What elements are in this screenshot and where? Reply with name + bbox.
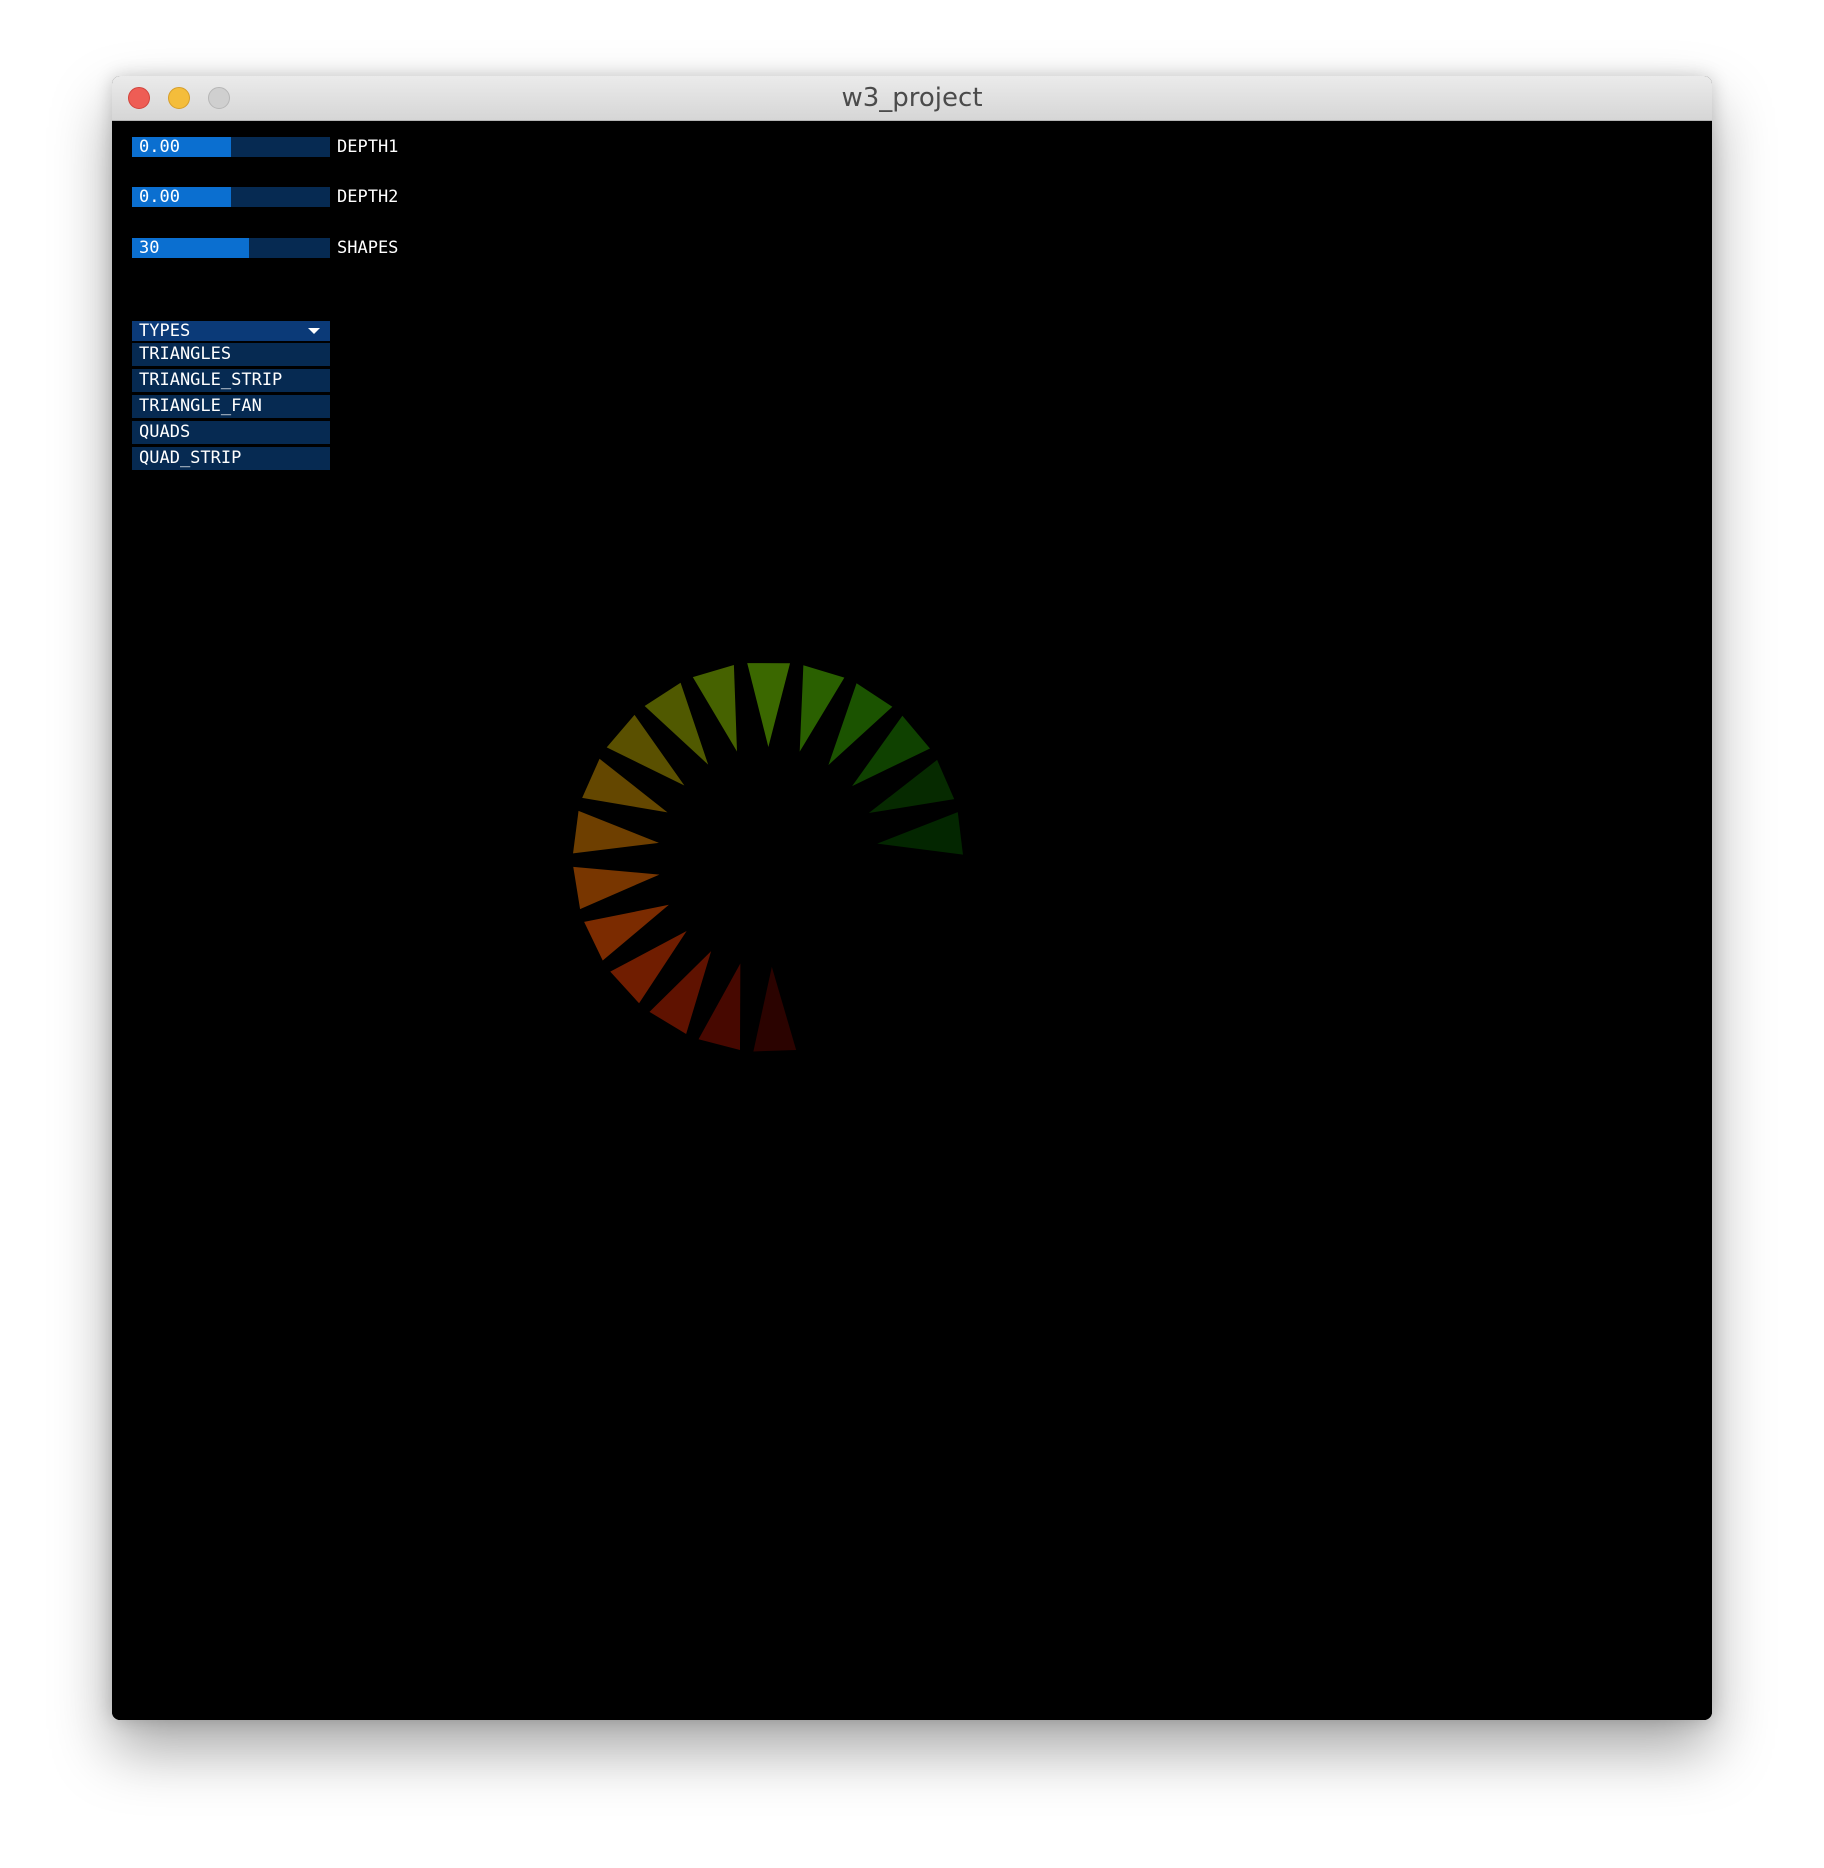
chevron-down-icon <box>308 328 320 334</box>
types-option-triangles[interactable]: TRIANGLES <box>132 343 330 366</box>
depth1-label: DEPTH1 <box>337 137 399 157</box>
types-option-triangle-fan[interactable]: TRIANGLE_FAN <box>132 395 330 418</box>
depth1-slider[interactable]: 0.00 <box>132 137 330 157</box>
option-label: QUADS <box>139 422 191 442</box>
window-title: w3_project <box>841 83 983 113</box>
depth2-value: 0.00 <box>139 187 180 207</box>
render-canvas[interactable]: 0.00 DEPTH1 0.00 DEPTH2 30 SHAPES TYPES … <box>112 121 1712 1720</box>
shapes-label: SHAPES <box>337 238 399 258</box>
types-option-quads[interactable]: QUADS <box>132 421 330 444</box>
types-dropdown[interactable]: TYPES <box>132 321 330 341</box>
types-dropdown-label: TYPES <box>139 321 191 341</box>
shapes-slider[interactable]: 30 <box>132 238 330 258</box>
option-label: TRIANGLE_STRIP <box>139 370 283 390</box>
ring-triangle <box>747 663 791 748</box>
title-bar: w3_project <box>112 76 1712 121</box>
app-window: w3_project 0.00 DEPTH1 0.00 DEPTH2 30 SH… <box>112 76 1712 1720</box>
types-option-triangle-strip[interactable]: TRIANGLE_STRIP <box>132 369 330 392</box>
ring-triangle <box>753 966 797 1052</box>
option-label: TRIANGLE_FAN <box>139 396 262 416</box>
depth2-slider[interactable]: 0.00 <box>132 187 330 207</box>
depth2-label: DEPTH2 <box>337 187 399 207</box>
depth1-value: 0.00 <box>139 137 180 157</box>
ring-triangle <box>877 812 963 855</box>
ring-triangle <box>698 963 741 1050</box>
ring-triangle <box>692 665 737 752</box>
option-label: TRIANGLES <box>139 344 232 364</box>
types-option-quad-strip[interactable]: QUAD_STRIP <box>132 447 330 470</box>
option-label: QUAD_STRIP <box>139 448 242 468</box>
ring-triangle <box>573 810 659 854</box>
ring-triangle <box>573 866 660 910</box>
triangle-ring-drawing <box>573 663 963 1052</box>
shapes-value: 30 <box>139 238 160 258</box>
